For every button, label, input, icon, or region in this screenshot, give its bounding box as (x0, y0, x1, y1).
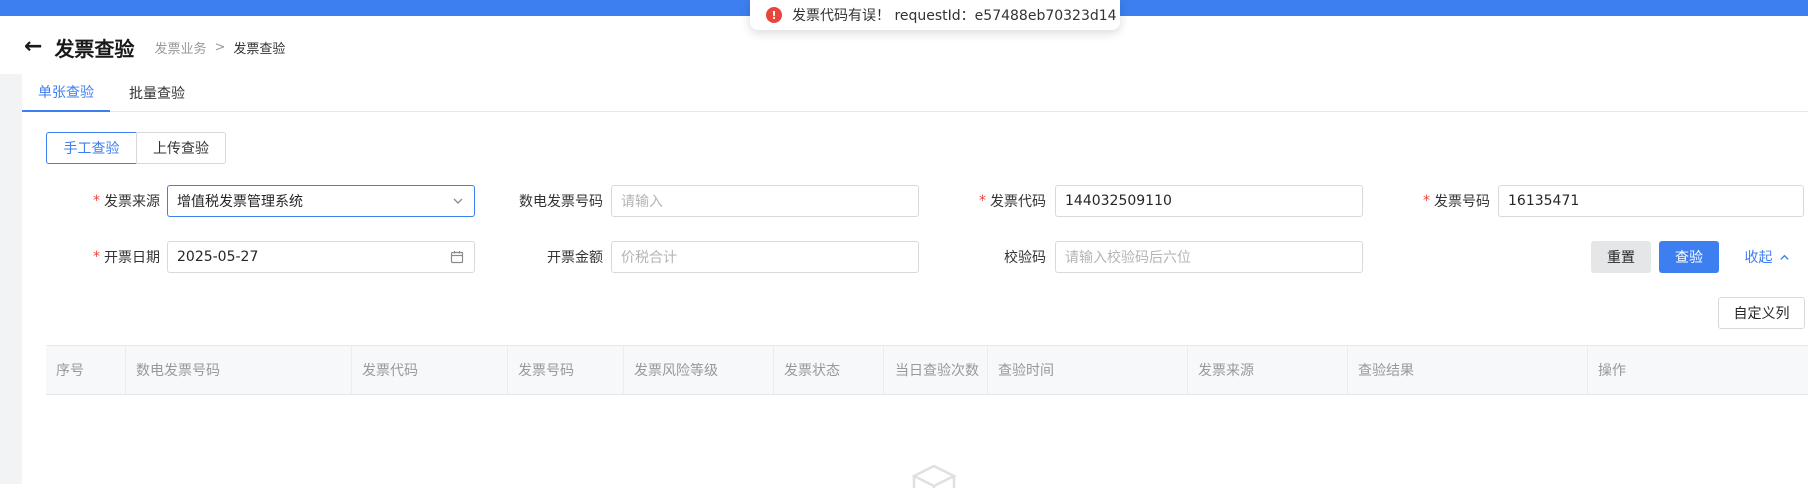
column-header: 序号 (46, 346, 126, 394)
chevron-up-icon (1779, 252, 1790, 263)
check-code-input[interactable]: 请输入校验码后六位 (1055, 241, 1363, 273)
source-select[interactable]: 增值税发票管理系统 (167, 185, 475, 217)
amount-input[interactable]: 价税合计 (611, 241, 919, 273)
digital-number-input[interactable]: 请输入 (611, 185, 919, 217)
breadcrumb-separator-icon: > (214, 39, 226, 55)
required-mark: * (1423, 193, 1430, 209)
column-header: 操作 (1598, 363, 1626, 379)
issue-date-label: * 开票日期 (93, 249, 160, 266)
error-circle-icon: ! (766, 7, 782, 23)
arrow-left-icon[interactable]: ← (24, 36, 42, 58)
page-title: 发票查验 (54, 36, 135, 61)
column-header: 查验时间 (988, 346, 1188, 394)
column-header: 发票来源 (1188, 346, 1348, 394)
required-mark: * (979, 193, 986, 209)
calendar-icon[interactable] (450, 242, 464, 272)
column-header: 发票号码 (508, 346, 624, 394)
chevron-down-icon (452, 186, 464, 216)
column-header: 发票风险等级 (624, 346, 774, 394)
column-header: 数电发票号码 (126, 346, 352, 394)
error-toast-message: 发票代码有误！ requestId：e57488eb70323d14 (792, 8, 1117, 24)
page-header: ← 发票查验 发票业务 > 发票查验 (24, 34, 286, 61)
issue-date-picker[interactable]: 2025-05-27 (167, 241, 475, 273)
reset-button[interactable]: 重置 (1591, 241, 1651, 273)
query-button[interactable]: 查验 (1659, 241, 1719, 273)
tab-bar: 单张查验 批量查验 (22, 74, 1808, 112)
custom-columns-button[interactable]: 自定义列 (1718, 297, 1805, 329)
required-mark: * (93, 193, 100, 209)
left-rail (0, 74, 22, 484)
invoice-number-label: * 发票号码 (1423, 193, 1490, 210)
collapse-label: 收起 (1744, 250, 1773, 266)
digital-number-label: 数电发票号码 (519, 194, 603, 210)
column-header: 发票代码 (352, 346, 508, 394)
invoice-code-input[interactable]: 144032509110 (1055, 185, 1363, 217)
column-header: 查验结果 (1348, 346, 1588, 394)
tab-batch-check[interactable]: 批量查验 (112, 74, 202, 112)
amount-label: 开票金额 (547, 250, 603, 266)
manual-check-toggle[interactable]: 手工查验 (46, 132, 137, 164)
table-header: 序号 数电发票号码 发票代码 发票号码 发票风险等级 发票状态 当日查验次数 查… (46, 345, 1808, 395)
invoice-code-label: * 发票代码 (979, 193, 1046, 210)
check-code-label: 校验码 (1004, 250, 1046, 266)
source-label: * 发票来源 (93, 193, 160, 210)
collapse-button[interactable]: 收起 (1736, 241, 1798, 273)
column-header: 当日查验次数 (884, 346, 988, 394)
error-toast: ! 发票代码有误！ requestId：e57488eb70323d14 (750, 0, 1120, 30)
breadcrumb-parent[interactable]: 发票业务 (154, 38, 206, 57)
invoice-number-input[interactable]: 16135471 (1498, 185, 1804, 217)
tab-single-check[interactable]: 单张查验 (22, 74, 110, 112)
required-mark: * (93, 249, 100, 265)
upload-check-toggle[interactable]: 上传查验 (136, 132, 226, 164)
column-header: 发票状态 (774, 346, 884, 394)
source-select-value: 增值税发票管理系统 (177, 194, 303, 210)
breadcrumb-current: 发票查验 (233, 41, 286, 57)
